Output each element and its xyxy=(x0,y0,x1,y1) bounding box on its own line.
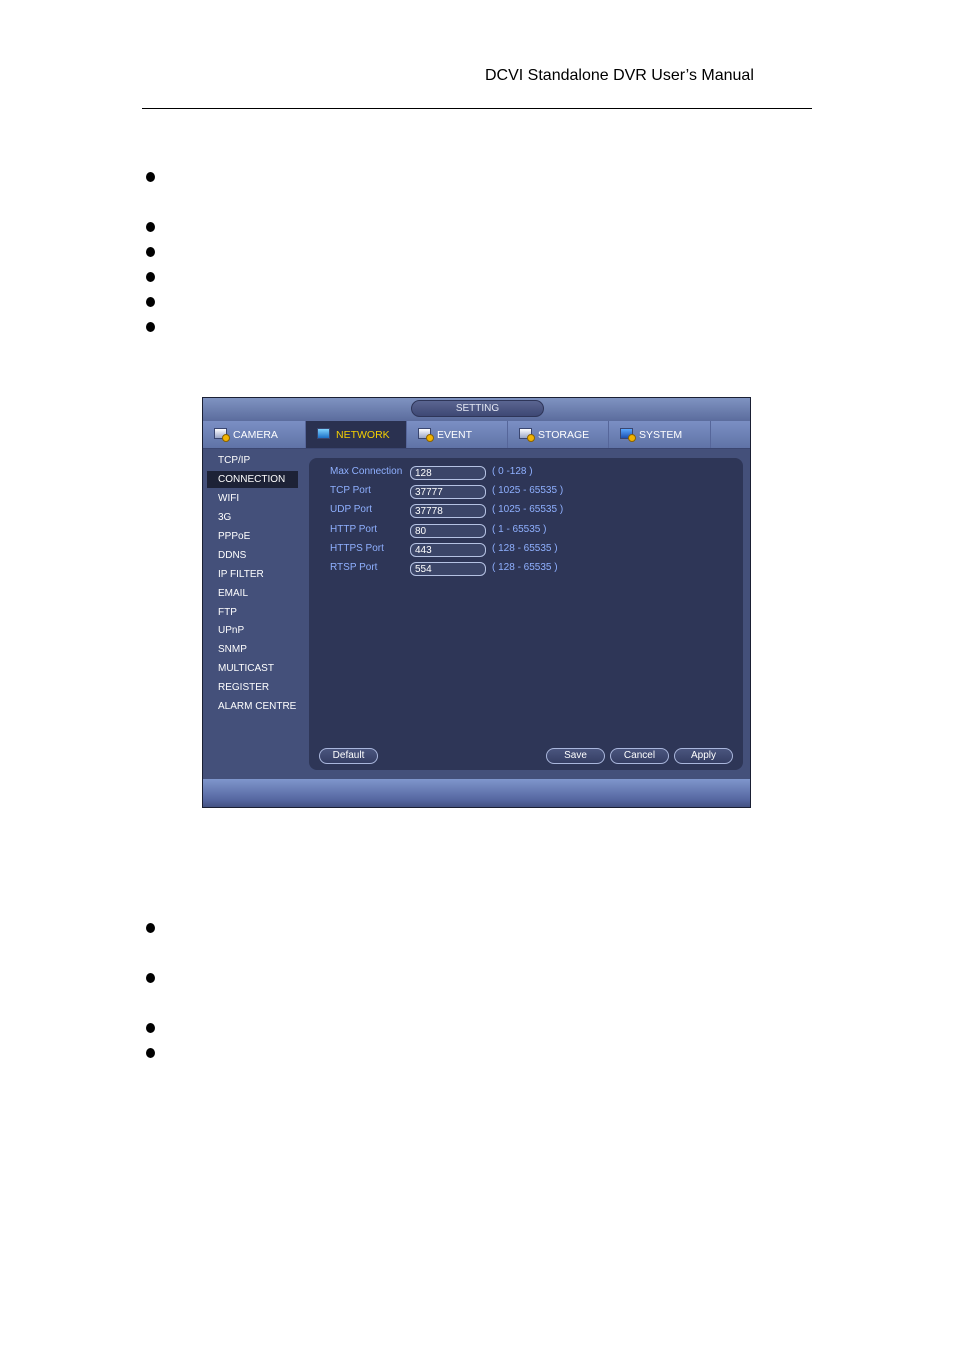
https-port-range: ( 128 - 65535 ) xyxy=(492,543,558,554)
http-port-range: ( 1 - 65535 ) xyxy=(492,524,547,535)
bullet xyxy=(146,247,155,257)
http-port-label: HTTP Port xyxy=(330,524,378,535)
sidebar-item-alarm-centre[interactable]: ALARM CENTRE xyxy=(207,698,298,715)
tab-event[interactable]: EVENT xyxy=(407,421,508,448)
udp-port-range: ( 1025 - 65535 ) xyxy=(492,504,564,515)
sidebar-item-ip-filter[interactable]: IP FILTER xyxy=(207,566,298,583)
apply-button[interactable]: Apply xyxy=(674,748,733,764)
main-tabs: CAMERA NETWORK EVENT STORAGE SYSTEM xyxy=(203,421,750,449)
tab-network[interactable]: NETWORK xyxy=(306,421,407,448)
bullet xyxy=(146,1048,155,1058)
sidebar-item-pppoe[interactable]: PPPoE xyxy=(207,528,298,545)
tab-system[interactable]: SYSTEM xyxy=(609,421,711,448)
sidebar-item-connection[interactable]: CONNECTION xyxy=(207,471,298,488)
tcp-port-label: TCP Port xyxy=(330,485,371,496)
https-port-label: HTTPS Port xyxy=(330,543,384,554)
sidebar-item-email[interactable]: EMAIL xyxy=(207,585,298,602)
bullet xyxy=(146,322,155,332)
window-title: SETTING xyxy=(411,400,544,417)
bullet xyxy=(146,172,155,182)
sidebar-item-register[interactable]: REGISTER xyxy=(207,679,298,696)
sidebar-item-upnp[interactable]: UPnP xyxy=(207,622,298,639)
tab-camera[interactable]: CAMERA xyxy=(203,421,306,448)
rtsp-port-range: ( 128 - 65535 ) xyxy=(492,562,558,573)
camera-gear-icon xyxy=(213,427,230,442)
page-header-title: DCVI Standalone DVR User’s Manual xyxy=(485,67,754,84)
rtsp-port-input[interactable]: 554 xyxy=(410,562,486,576)
tcp-port-input[interactable]: 37777 xyxy=(410,485,486,499)
default-button[interactable]: Default xyxy=(319,748,378,764)
network-icon xyxy=(316,427,333,442)
cancel-button[interactable]: Cancel xyxy=(610,748,669,764)
sidebar-item-multicast[interactable]: MULTICAST xyxy=(207,660,298,677)
bullet xyxy=(146,222,155,232)
sidebar-item-ftp[interactable]: FTP xyxy=(207,604,298,621)
tab-label: NETWORK xyxy=(336,428,390,441)
bullet xyxy=(146,1023,155,1033)
bullet xyxy=(146,272,155,282)
tab-storage[interactable]: STORAGE xyxy=(508,421,609,448)
storage-gear-icon xyxy=(518,427,535,442)
system-gear-icon xyxy=(619,427,636,442)
udp-port-label: UDP Port xyxy=(330,504,373,515)
tcp-port-range: ( 1025 - 65535 ) xyxy=(492,485,564,496)
bullet xyxy=(146,973,155,983)
bullet xyxy=(146,297,155,307)
sidebar-item-ddns[interactable]: DDNS xyxy=(207,547,298,564)
bullet xyxy=(146,923,155,933)
save-button[interactable]: Save xyxy=(546,748,605,764)
tab-label: STORAGE xyxy=(538,428,590,441)
sidebar-item-3g[interactable]: 3G xyxy=(207,509,298,526)
tab-label: SYSTEM xyxy=(639,428,683,441)
sidebar-item-snmp[interactable]: SNMP xyxy=(207,641,298,658)
http-port-input[interactable]: 80 xyxy=(410,524,486,538)
sidebar-item-tcpip[interactable]: TCP/IP xyxy=(207,452,298,469)
title-bar: SETTING xyxy=(203,398,750,421)
max-connection-input[interactable]: 128 xyxy=(410,466,486,480)
udp-port-input[interactable]: 37778 xyxy=(410,504,486,518)
tab-label: EVENT xyxy=(437,428,473,441)
https-port-input[interactable]: 443 xyxy=(410,543,486,557)
max-connection-range: ( 0 -128 ) xyxy=(492,466,533,477)
dvr-setting-screenshot: SETTING CAMERA NETWORK EVENT STORAGE SYS… xyxy=(202,397,751,808)
max-connection-label: Max Connection xyxy=(330,466,403,477)
connection-panel: Max Connection 128 ( 0 -128 ) TCP Port 3… xyxy=(309,458,743,770)
tab-label: CAMERA xyxy=(233,428,278,441)
rtsp-port-label: RTSP Port xyxy=(330,562,378,573)
network-sidebar: TCP/IP CONNECTION WIFI 3G PPPoE DDNS IP … xyxy=(203,449,308,779)
header-rule xyxy=(142,108,812,109)
event-gear-icon xyxy=(417,427,434,442)
status-bar xyxy=(203,779,750,807)
sidebar-item-wifi[interactable]: WIFI xyxy=(207,490,298,507)
